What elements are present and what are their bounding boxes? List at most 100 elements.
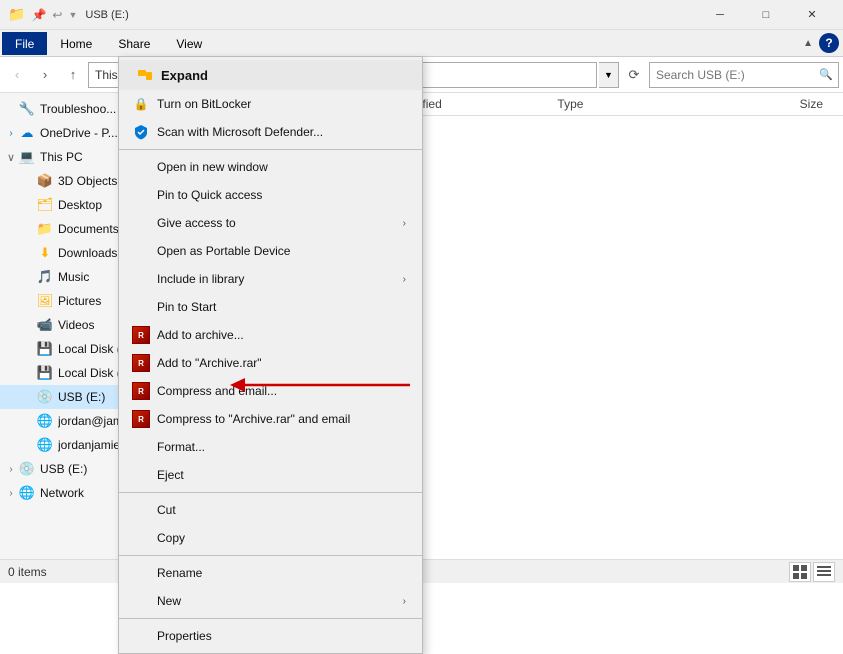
ctx-label-properties: Properties bbox=[157, 629, 212, 643]
minimize-button[interactable]: ─ bbox=[697, 0, 743, 30]
new-arrow: › bbox=[403, 596, 406, 607]
net-jamie-icon: 🌐 bbox=[36, 436, 54, 454]
sidebar-item-label: This PC bbox=[40, 150, 83, 164]
give-access-icon bbox=[131, 213, 151, 233]
close-button[interactable]: ✕ bbox=[789, 0, 835, 30]
ctx-item-cut[interactable]: Cut bbox=[119, 496, 422, 524]
pin-quick-icon bbox=[131, 185, 151, 205]
quick-access-icon: 📁 bbox=[8, 6, 25, 23]
ctx-label-new: New bbox=[157, 594, 181, 608]
ctx-label-new-window: Open in new window bbox=[157, 160, 268, 174]
address-dropdown[interactable]: ▼ bbox=[599, 62, 619, 88]
dropdown-icon: ▼ bbox=[68, 10, 77, 20]
ctx-label-copy: Copy bbox=[157, 531, 185, 545]
search-input[interactable] bbox=[649, 62, 839, 88]
net-jam-icon: 🌐 bbox=[36, 412, 54, 430]
sidebar-item-label: Troubleshoo... bbox=[40, 102, 116, 116]
usb-e2-icon: 💿 bbox=[18, 460, 36, 478]
pin-start-icon bbox=[131, 297, 151, 317]
ctx-item-expand[interactable]: Expand bbox=[119, 60, 422, 90]
ctx-item-give-access[interactable]: Give access to › bbox=[119, 209, 422, 237]
list-view-button[interactable] bbox=[789, 562, 811, 582]
ctx-label-compress-email: Compress and email... bbox=[157, 384, 277, 398]
detail-view-button[interactable] bbox=[813, 562, 835, 582]
ctx-label-eject: Eject bbox=[157, 468, 184, 482]
ctx-item-format[interactable]: Format... bbox=[119, 433, 422, 461]
music-icon: 🎵 bbox=[36, 268, 54, 286]
ctx-item-compress-rar-email[interactable]: R Compress to "Archive.rar" and email bbox=[119, 405, 422, 433]
ctx-item-eject[interactable]: Eject bbox=[119, 461, 422, 489]
ctx-label-bitlocker: Turn on BitLocker bbox=[157, 97, 251, 111]
ctx-item-new-window[interactable]: Open in new window bbox=[119, 153, 422, 181]
title-bar: 📁 📌 ↩ ▼ USB (E:) ─ □ ✕ bbox=[0, 0, 843, 30]
sidebar-item-label: Music bbox=[58, 270, 89, 284]
sidebar-item-label: USB (E:) bbox=[40, 462, 87, 476]
sidebar-item-label: Videos bbox=[58, 318, 94, 332]
ctx-item-defender[interactable]: Scan with Microsoft Defender... bbox=[119, 118, 422, 146]
portable-icon bbox=[131, 241, 151, 261]
expand-icon: › bbox=[4, 488, 18, 499]
downloads-icon: ⬇ bbox=[36, 244, 54, 262]
view-toggles bbox=[789, 562, 835, 582]
ctx-item-copy[interactable]: Copy bbox=[119, 524, 422, 552]
hdd-c-icon: 💾 bbox=[36, 340, 54, 358]
rar-archive-icon: R bbox=[131, 325, 151, 345]
col-type: Type bbox=[557, 97, 709, 111]
window-controls: ─ □ ✕ bbox=[697, 0, 835, 30]
ribbon-tabs: File Home Share View ▲ ? bbox=[0, 30, 843, 56]
search-wrapper: 🔍 bbox=[649, 62, 839, 88]
eject-icon bbox=[131, 465, 151, 485]
up-button[interactable]: ↑ bbox=[60, 62, 86, 88]
maximize-button[interactable]: □ bbox=[743, 0, 789, 30]
ctx-item-rename[interactable]: Rename bbox=[119, 559, 422, 587]
item-count: 0 items bbox=[8, 565, 47, 579]
onedrive-icon: ☁ bbox=[18, 124, 36, 142]
ctx-item-pin-start[interactable]: Pin to Start bbox=[119, 293, 422, 321]
ctx-item-portable[interactable]: Open as Portable Device bbox=[119, 237, 422, 265]
documents-icon: 📁 bbox=[36, 220, 54, 238]
ctx-label-expand: Expand bbox=[161, 68, 208, 83]
tab-share[interactable]: Share bbox=[105, 32, 163, 55]
window-title: USB (E:) bbox=[85, 9, 697, 21]
defender-icon bbox=[131, 122, 151, 142]
search-icon: 🔍 bbox=[819, 68, 833, 81]
sidebar-item-label: Network bbox=[40, 486, 84, 500]
ctx-label-rename: Rename bbox=[157, 566, 202, 580]
ctx-label-add-rar: Add to "Archive.rar" bbox=[157, 356, 262, 370]
ctx-item-add-archive[interactable]: R Add to archive... bbox=[119, 321, 422, 349]
detail-view-icon bbox=[817, 565, 831, 579]
ctx-label-compress-rar-email: Compress to "Archive.rar" and email bbox=[157, 412, 350, 426]
give-access-arrow: › bbox=[403, 218, 406, 229]
refresh-button[interactable]: ⟳ bbox=[621, 62, 647, 88]
rename-icon bbox=[131, 563, 151, 583]
ctx-item-properties[interactable]: Properties bbox=[119, 622, 422, 650]
cut-icon bbox=[131, 500, 151, 520]
3d-objects-icon: 📦 bbox=[36, 172, 54, 190]
troubleshoot-icon: 🔧 bbox=[18, 100, 36, 118]
ctx-label-add-archive: Add to archive... bbox=[157, 328, 244, 342]
tab-file[interactable]: File bbox=[2, 32, 47, 55]
tab-view[interactable]: View bbox=[163, 32, 215, 55]
ribbon-collapse-icon[interactable]: ▲ bbox=[797, 36, 819, 51]
ctx-item-pin-quick[interactable]: Pin to Quick access bbox=[119, 181, 422, 209]
undo-icon: ↩ bbox=[52, 8, 62, 22]
ctx-label-format: Format... bbox=[157, 440, 205, 454]
desktop-icon: 🗂 bbox=[36, 196, 54, 214]
ctx-item-add-rar[interactable]: R Add to "Archive.rar" bbox=[119, 349, 422, 377]
ctx-item-compress-email[interactable]: R Compress and email... bbox=[119, 377, 422, 405]
back-button[interactable]: ‹ bbox=[4, 62, 30, 88]
ctx-label-pin-start: Pin to Start bbox=[157, 300, 216, 314]
sidebar-item-label: Downloads bbox=[58, 246, 117, 260]
ctx-item-new[interactable]: New › bbox=[119, 587, 422, 615]
forward-button[interactable]: › bbox=[32, 62, 58, 88]
ctx-label-give-access: Give access to bbox=[157, 216, 236, 230]
library-icon bbox=[131, 269, 151, 289]
new-icon bbox=[131, 591, 151, 611]
ctx-item-bitlocker[interactable]: 🔒 Turn on BitLocker bbox=[119, 90, 422, 118]
properties-icon bbox=[131, 626, 151, 646]
ctx-label-library: Include in library bbox=[157, 272, 244, 286]
tab-home[interactable]: Home bbox=[47, 32, 105, 55]
help-button[interactable]: ? bbox=[819, 33, 839, 53]
this-pc-icon: 💻 bbox=[18, 148, 36, 166]
ctx-item-library[interactable]: Include in library › bbox=[119, 265, 422, 293]
